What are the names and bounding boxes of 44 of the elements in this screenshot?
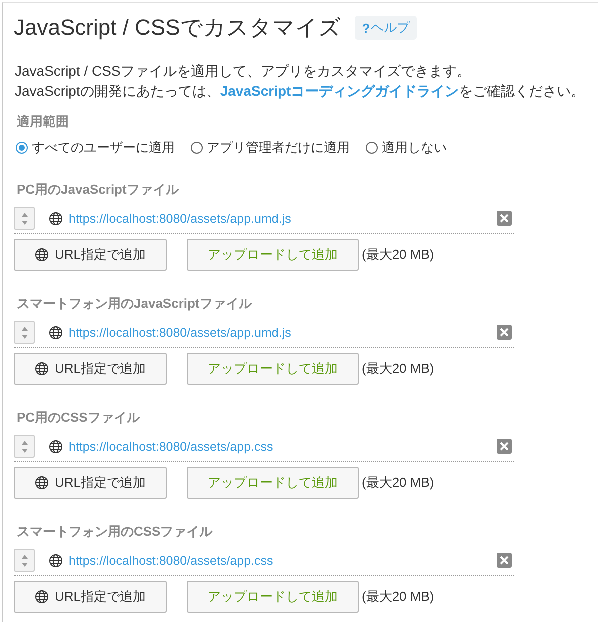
upload-button[interactable]: アップロードして追加 [187, 239, 359, 271]
size-limit-text: (最大20 MB) [362, 474, 434, 492]
globe-icon [34, 590, 49, 604]
file-url-link[interactable]: https://localhost:8080/assets/app.css [69, 440, 497, 454]
globe-icon [49, 326, 63, 340]
upload-button[interactable]: アップロードして追加 [187, 581, 359, 613]
globe-icon [49, 212, 63, 226]
add-url-button[interactable]: URL指定で追加 [14, 467, 167, 499]
section-label: スマートフォン用のJavaScriptファイル [17, 295, 254, 313]
globe-icon [34, 476, 49, 490]
globe-icon [49, 554, 63, 568]
description-text: JavaScript / CSSファイルを適用して、アプリをカスタマイズできます。 JavaScriptの開発にあたっては、JavaScriptコーディングガイドラインをご確認ください。 [15, 62, 586, 101]
delete-button[interactable] [497, 325, 512, 340]
file-url-link[interactable]: https://localhost:8080/assets/app.umd.js [69, 212, 497, 226]
section-label: スマートフォン用のCSSファイル [17, 523, 214, 541]
file-url-link[interactable]: https://localhost:8080/assets/app.umd.js [69, 326, 497, 340]
scope-radio[interactable]: アプリ管理者だけに適用 [191, 139, 350, 157]
delete-button[interactable] [497, 211, 512, 226]
add-url-button[interactable]: URL指定で追加 [14, 239, 167, 271]
guideline-link[interactable]: JavaScriptコーディングガイドライン [220, 83, 460, 99]
size-limit-text: (最大20 MB) [362, 246, 434, 264]
upload-button[interactable]: アップロードして追加 [187, 467, 359, 499]
globe-icon [49, 440, 63, 454]
add-url-button[interactable]: URL指定で追加 [14, 581, 167, 613]
section-label: PC用のCSSファイル [17, 409, 142, 427]
add-url-button[interactable]: URL指定で追加 [14, 353, 167, 385]
section-label: PC用のJavaScriptファイル [17, 181, 180, 199]
reorder-spinner[interactable] [14, 207, 35, 230]
help-button[interactable]: ?ヘルプ [355, 16, 418, 40]
file-url-link[interactable]: https://localhost:8080/assets/app.css [69, 554, 497, 568]
size-limit-text: (最大20 MB) [362, 588, 434, 606]
page-title: JavaScript / CSSでカスタマイズ [14, 14, 342, 42]
globe-icon [34, 362, 49, 376]
globe-icon [34, 248, 49, 262]
reorder-spinner[interactable] [14, 321, 35, 344]
delete-button[interactable] [497, 553, 512, 568]
reorder-spinner[interactable] [14, 435, 35, 458]
reorder-spinner[interactable] [14, 549, 35, 572]
size-limit-text: (最大20 MB) [362, 360, 434, 378]
scope-radio[interactable]: 適用しない [366, 139, 447, 157]
scope-label: 適用範囲 [17, 113, 70, 131]
scope-radio[interactable]: すべてのユーザーに適用 [16, 139, 175, 157]
upload-button[interactable]: アップロードして追加 [187, 353, 359, 385]
delete-button[interactable] [497, 439, 512, 454]
